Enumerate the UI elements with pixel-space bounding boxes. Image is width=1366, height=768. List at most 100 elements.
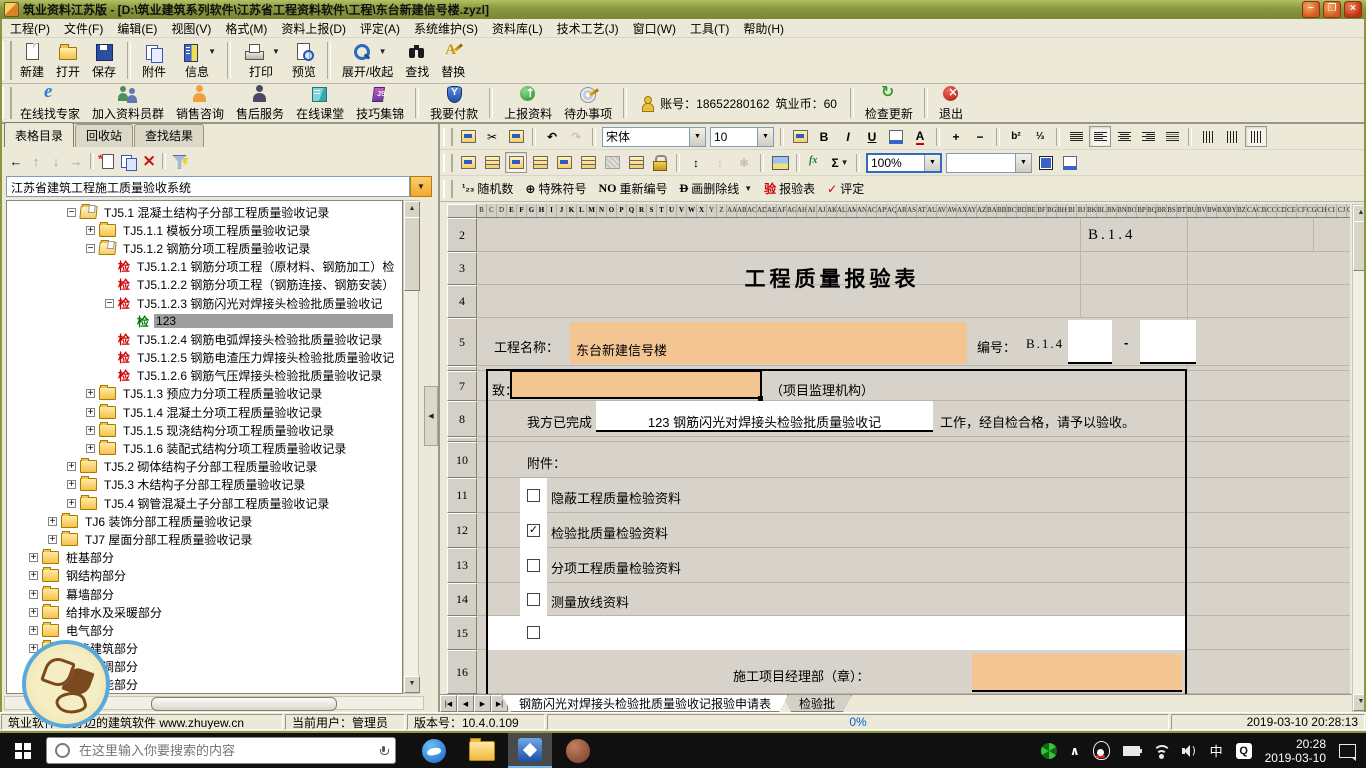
- column-header-cell[interactable]: BR: [1157, 204, 1167, 217]
- expand-icon[interactable]: +: [48, 535, 57, 544]
- row-header-cell[interactable]: 7: [447, 371, 477, 401]
- fraction-icon[interactable]: ⅓: [1029, 126, 1051, 147]
- column-header-cell[interactable]: Z: [717, 204, 727, 217]
- expand-icon[interactable]: +: [29, 571, 38, 580]
- taskbar-app-qq-browser[interactable]: [412, 733, 456, 768]
- column-header-cell[interactable]: BL: [1097, 204, 1107, 217]
- column-header-cell[interactable]: I: [547, 204, 557, 217]
- copy-icon[interactable]: [457, 126, 479, 147]
- tree-item[interactable]: −TJ5.1 混凝土结构子分部工程质量验收记录: [7, 203, 402, 221]
- expand-icon[interactable]: +: [29, 590, 38, 599]
- column-header-cell[interactable]: AK: [827, 204, 837, 217]
- sum-icon[interactable]: Σ▼: [829, 152, 851, 173]
- strike-line-button[interactable]: Đ画删除线▼: [680, 180, 753, 197]
- column-header-cell[interactable]: BP: [1137, 204, 1147, 217]
- column-header-cell[interactable]: R: [637, 204, 647, 217]
- insert-icon[interactable]: +: [945, 126, 967, 147]
- tree-item[interactable]: +TJ6 装饰分部工程质量验收记录: [7, 512, 402, 530]
- taskbar-app-explorer[interactable]: [460, 733, 504, 768]
- vertical-text-icon[interactable]: [1197, 126, 1219, 147]
- fill-box-icon[interactable]: ▼: [1059, 152, 1081, 173]
- 在线找专家-button[interactable]: 在线找专家: [14, 84, 86, 122]
- column-header-cell[interactable]: BK: [1087, 204, 1097, 217]
- menu-item[interactable]: 评定(A): [353, 19, 407, 38]
- 在线课堂-button[interactable]: 在线课堂: [290, 84, 350, 122]
- column-header-cell[interactable]: BF: [1037, 204, 1047, 217]
- column-header-cell[interactable]: BE: [1027, 204, 1037, 217]
- tree-item[interactable]: +钢结构部分: [7, 567, 402, 585]
- font-color-icon[interactable]: A: [909, 126, 931, 147]
- panel-collapse-button[interactable]: ◀: [424, 386, 438, 446]
- column-header-cell[interactable]: F: [517, 204, 527, 217]
- expand-icon[interactable]: +: [67, 480, 76, 489]
- tree-item[interactable]: +桩基部分: [7, 549, 402, 567]
- column-header-cell[interactable]: CG: [1307, 204, 1317, 217]
- dropdown-arrow-icon[interactable]: ▼: [272, 47, 280, 56]
- fill-color-icon[interactable]: [885, 126, 907, 147]
- sheet-corner[interactable]: [447, 204, 477, 218]
- search-input[interactable]: [77, 742, 373, 759]
- column-header-cell[interactable]: B: [477, 204, 487, 217]
- start-button[interactable]: [0, 733, 46, 768]
- column-header-cell[interactable]: AG: [787, 204, 797, 217]
- column-header-cell[interactable]: BI: [1067, 204, 1077, 217]
- paste-icon[interactable]: [505, 126, 527, 147]
- column-header-cell[interactable]: AQ: [887, 204, 897, 217]
- row-header-cell[interactable]: 3: [447, 252, 477, 285]
- sheet-row[interactable]: [477, 548, 1350, 583]
- row-header-cell[interactable]: 2: [447, 218, 477, 252]
- 退出-button[interactable]: 退出: [933, 84, 969, 122]
- column-header-cell[interactable]: AJ: [817, 204, 827, 217]
- menu-item[interactable]: 格式(M): [218, 19, 274, 38]
- tree-item[interactable]: +幕墙部分: [7, 585, 402, 603]
- row-header-cell[interactable]: 11: [447, 478, 477, 513]
- filter-icon[interactable]: [170, 153, 190, 170]
- size-combo[interactable]: 10▼: [710, 127, 774, 147]
- expand-icon[interactable]: +: [86, 408, 95, 417]
- align-left-icon[interactable]: [1089, 126, 1111, 147]
- column-header-cell[interactable]: CI: [1327, 204, 1337, 217]
- row-header-cell[interactable]: 13: [447, 548, 477, 583]
- merge-cell-icon[interactable]: [577, 152, 599, 173]
- column-header-cell[interactable]: AX: [957, 204, 967, 217]
- row-header-cell[interactable]: 5: [447, 318, 477, 366]
- expand-icon[interactable]: +: [67, 499, 76, 508]
- remove-icon[interactable]: −: [969, 126, 991, 147]
- zoom-combo[interactable]: 100%▼: [866, 153, 942, 173]
- minimize-button[interactable]: −: [1302, 1, 1320, 18]
- sheet-nav-prev-icon[interactable]: ◀: [457, 695, 474, 712]
- column-header-cell[interactable]: AB: [737, 204, 747, 217]
- formula-icon[interactable]: [805, 152, 827, 173]
- column-header-cell[interactable]: BX: [1217, 204, 1227, 217]
- expand-icon[interactable]: +: [86, 226, 95, 235]
- column-header-cell[interactable]: AP: [877, 204, 887, 217]
- sheet-row[interactable]: [477, 513, 1350, 548]
- shading-icon[interactable]: [601, 152, 623, 173]
- notification-center-icon[interactable]: [1339, 744, 1356, 758]
- sheet-row[interactable]: [477, 650, 1350, 694]
- row-header-cell[interactable]: 12: [447, 513, 477, 548]
- 附件-button[interactable]: 附件: [136, 38, 172, 83]
- dropdown-arrow-icon[interactable]: ▼: [689, 128, 705, 146]
- column-header-cell[interactable]: AL: [837, 204, 847, 217]
- column-header-cell[interactable]: AW: [947, 204, 957, 217]
- column-header-cell[interactable]: AD: [757, 204, 767, 217]
- align-center-icon[interactable]: [1113, 126, 1135, 147]
- column-header-cell[interactable]: N: [597, 204, 607, 217]
- menu-item[interactable]: 视图(V): [164, 19, 218, 38]
- align-right-icon[interactable]: [1137, 126, 1159, 147]
- lock-icon[interactable]: [649, 152, 671, 173]
- column-header-cell[interactable]: BH: [1057, 204, 1067, 217]
- sheet-row[interactable]: [477, 285, 1350, 318]
- sheet-row[interactable]: [477, 318, 1350, 366]
- 打印-button[interactable]: ▼打印: [236, 38, 286, 83]
- column-header-cell[interactable]: BZ: [1237, 204, 1247, 217]
- sheet-row[interactable]: [477, 252, 1350, 285]
- tab-查找结果[interactable]: 查找结果: [134, 124, 204, 147]
- taskbar-app-zhuye-active[interactable]: [508, 733, 552, 768]
- menu-item[interactable]: 窗口(W): [626, 19, 683, 38]
- menu-item[interactable]: 文件(F): [57, 19, 110, 38]
- 加入资料员群-button[interactable]: 加入资料员群: [86, 84, 170, 122]
- column-header-cell[interactable]: BT: [1177, 204, 1187, 217]
- border-icon[interactable]: ▼: [1035, 152, 1057, 173]
